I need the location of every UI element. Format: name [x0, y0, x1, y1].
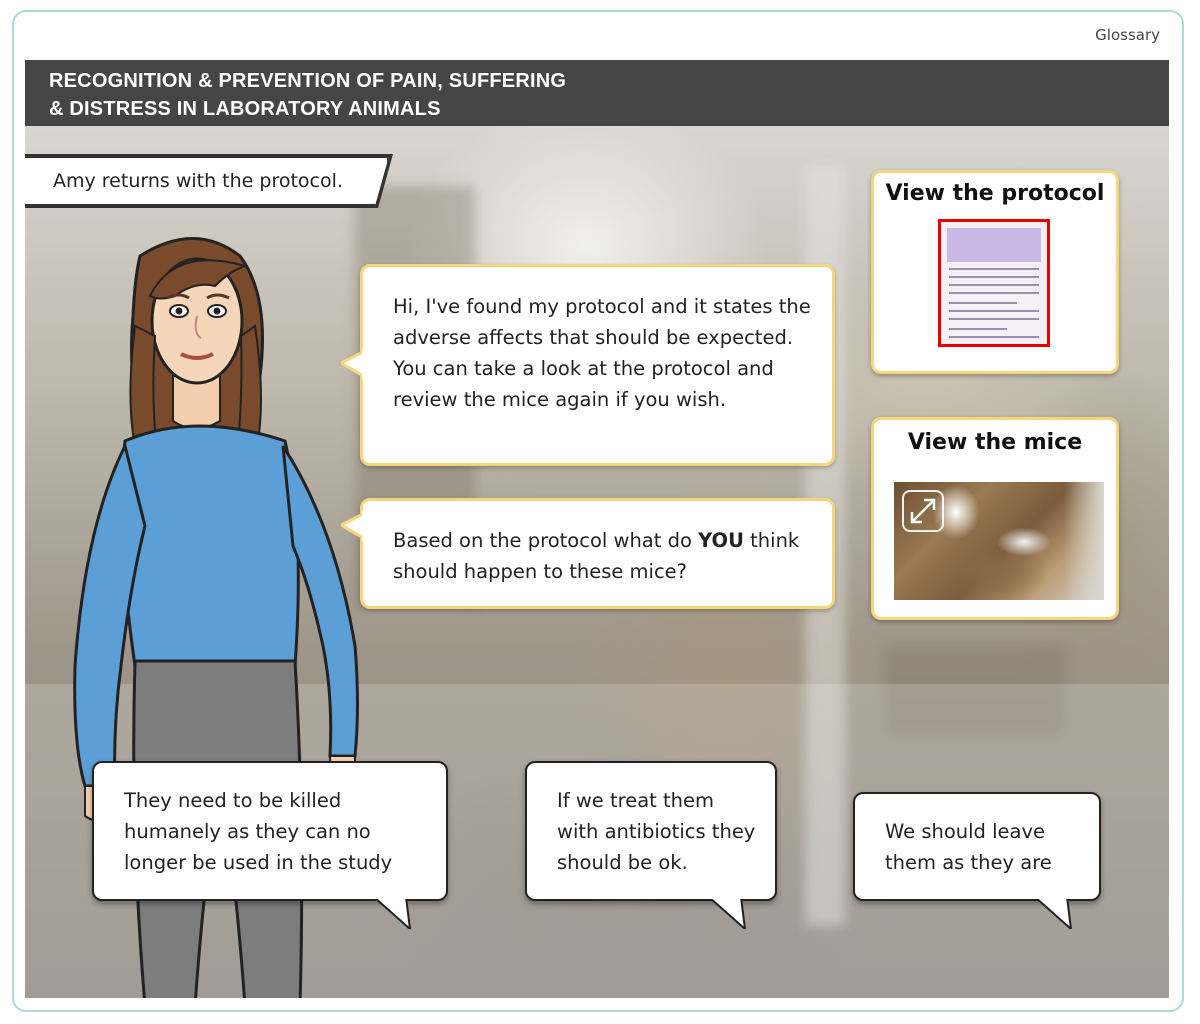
- answer-option-kill-humanely[interactable]: They need to be killed humanely as they …: [92, 761, 448, 929]
- caption-text: Amy returns with the protocol.: [53, 170, 343, 192]
- view-protocol-title: View the protocol: [885, 181, 1105, 206]
- view-mice-card[interactable]: View the mice: [871, 417, 1119, 620]
- answer-option-leave-them[interactable]: We should leave them as they are: [853, 792, 1101, 929]
- answer-option-label: If we treat them with antibiotics they s…: [557, 789, 756, 874]
- speech-tail: [372, 897, 412, 929]
- speech-text: Hi, I've found my protocol and it states…: [393, 295, 811, 411]
- scene-caption: Amy returns with the protocol.: [25, 156, 389, 206]
- view-protocol-card[interactable]: View the protocol: [871, 170, 1119, 374]
- course-title-line-1: RECOGNITION & PREVENTION OF PAIN, SUFFER…: [49, 70, 567, 92]
- course-title-bar: RECOGNITION & PREVENTION OF PAIN, SUFFER…: [25, 60, 1169, 126]
- course-title-line-2: & DISTRESS IN LABORATORY ANIMALS: [49, 98, 441, 120]
- question-text: Based on the protocol what do YOU think …: [393, 529, 800, 583]
- protocol-document-thumbnail: [938, 219, 1050, 347]
- speech-tail: [707, 897, 747, 929]
- speech-tail: [1033, 897, 1073, 929]
- speech-bubble-question: Based on the protocol what do YOU think …: [341, 498, 835, 609]
- answer-option-label: We should leave them as they are: [885, 820, 1052, 874]
- speech-tail: [341, 349, 365, 379]
- answer-option-antibiotics[interactable]: If we treat them with antibiotics they s…: [525, 761, 777, 929]
- lab-scene: Amy returns with the protocol. Hi, I've …: [25, 126, 1169, 998]
- answer-option-label: They need to be killed humanely as they …: [124, 789, 393, 874]
- expand-icon[interactable]: [902, 490, 944, 532]
- document-highlight: [947, 228, 1041, 262]
- view-mice-title: View the mice: [907, 430, 1083, 455]
- speech-bubble-protocol: Hi, I've found my protocol and it states…: [341, 264, 835, 466]
- mice-photo: [894, 482, 1104, 600]
- glossary-link[interactable]: Glossary: [1095, 26, 1160, 44]
- emphasis-you: YOU: [698, 529, 744, 552]
- course-title: RECOGNITION & PREVENTION OF PAIN, SUFFER…: [49, 67, 749, 123]
- speech-tail: [341, 511, 365, 541]
